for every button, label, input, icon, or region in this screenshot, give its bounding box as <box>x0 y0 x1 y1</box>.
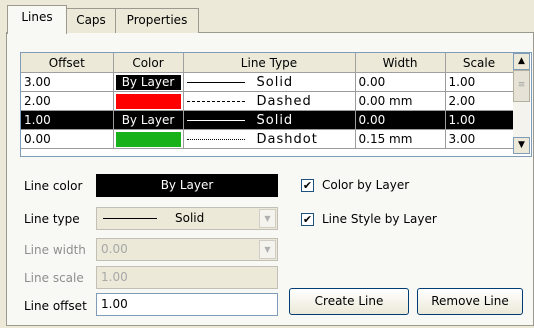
cell-offset[interactable]: 1.00 <box>21 110 114 130</box>
cell-offset[interactable]: 0.00 <box>21 129 114 149</box>
table-row[interactable]: 0.00 Dashdot 0.15 mm 3.00 <box>21 129 514 149</box>
tab-caps[interactable]: Caps <box>65 8 117 33</box>
cell-color[interactable]: By Layer <box>113 110 184 130</box>
line-type-name: Dashed <box>256 93 312 109</box>
remove-line-button[interactable]: Remove Line <box>417 288 523 315</box>
color-swatch <box>115 131 181 147</box>
cell-offset[interactable]: 3.00 <box>21 72 114 92</box>
cell-line-type[interactable]: Dashdot <box>183 129 356 149</box>
line-color-label: Line color <box>24 179 83 193</box>
table-row[interactable]: 2.00 Dashed 0.00 mm 2.00 <box>21 91 514 111</box>
line-type-dropdown[interactable]: Solid ▼ <box>96 207 278 230</box>
cell-scale[interactable]: 1.00 <box>445 110 514 130</box>
scrollbar-thumb[interactable]: ≡ <box>513 70 530 102</box>
column-header-offset[interactable]: Offset <box>21 53 114 73</box>
column-header-line-type[interactable]: Line Type <box>183 53 356 73</box>
line-scale-input[interactable]: 1.00 <box>96 266 278 289</box>
line-scale-label: Line scale <box>24 271 84 285</box>
line-type-value: Solid <box>175 211 205 225</box>
line-type-name: Dashdot <box>256 131 318 147</box>
line-type-preview <box>103 218 157 219</box>
create-line-button[interactable]: Create Line <box>289 288 409 315</box>
line-width-label: Line width <box>24 243 86 257</box>
column-header-scale[interactable]: Scale <box>445 53 514 73</box>
lines-grid[interactable]: Offset Color Line Type Width Scale 3.00 B… <box>20 52 532 157</box>
line-color-button[interactable]: By Layer <box>96 174 278 197</box>
line-preview <box>186 119 245 121</box>
color-swatch <box>115 93 181 109</box>
cell-scale[interactable]: 1.00 <box>445 72 514 92</box>
line-preview <box>186 81 245 83</box>
table-row[interactable]: 1.00 By Layer Solid 0.00 1.00 <box>21 110 514 130</box>
cell-width[interactable]: 0.00 mm <box>355 91 446 111</box>
line-type-label: Line type <box>24 212 80 226</box>
color-by-layer-label[interactable]: Color by Layer <box>322 178 409 192</box>
check-icon: ✔ <box>302 213 313 226</box>
cell-scale[interactable]: 2.00 <box>445 91 514 111</box>
cell-line-type[interactable]: Solid <box>183 110 356 130</box>
line-style-by-layer-label[interactable]: Line Style by Layer <box>322 212 437 226</box>
line-width-dropdown[interactable]: 0.00 ▼ <box>96 238 278 261</box>
color-swatch: By Layer <box>115 112 181 128</box>
line-type-name: Solid <box>256 112 294 128</box>
line-type-name: Solid <box>256 74 294 90</box>
cell-color[interactable] <box>113 129 184 149</box>
chevron-down-icon[interactable]: ▼ <box>259 240 276 259</box>
cell-color[interactable] <box>113 91 184 111</box>
chevron-down-icon[interactable]: ▼ <box>259 209 276 228</box>
cell-width[interactable]: 0.00 <box>355 110 446 130</box>
lines-table: Offset Color Line Type Width Scale 3.00 B… <box>21 53 514 149</box>
cell-line-type[interactable]: Dashed <box>183 91 356 111</box>
check-icon: ✔ <box>302 179 313 192</box>
color-swatch: By Layer <box>115 74 181 90</box>
line-width-value: 0.00 <box>101 242 128 256</box>
cell-scale[interactable]: 3.00 <box>445 129 514 149</box>
column-header-color[interactable]: Color <box>113 53 184 73</box>
cell-width[interactable]: 0.15 mm <box>355 129 446 149</box>
tab-lines[interactable]: Lines <box>7 5 67 34</box>
line-preview <box>186 138 245 140</box>
line-preview <box>186 100 245 102</box>
cell-width[interactable]: 0.00 <box>355 72 446 92</box>
cell-offset[interactable]: 2.00 <box>21 91 114 111</box>
tab-properties[interactable]: Properties <box>115 8 199 33</box>
line-offset-label: Line offset <box>24 299 87 313</box>
line-offset-input[interactable]: 1.00 <box>96 293 278 316</box>
table-row[interactable]: 3.00 By Layer Solid 0.00 1.00 <box>21 72 514 92</box>
line-style-by-layer-checkbox[interactable]: ✔ <box>301 213 314 226</box>
grid-scrollbar[interactable]: ▲ ≡ ▼ <box>513 53 530 154</box>
arrow-down-icon[interactable]: ▼ <box>513 137 530 154</box>
column-header-width[interactable]: Width <box>355 53 446 73</box>
cell-color[interactable]: By Layer <box>113 72 184 92</box>
cell-line-type[interactable]: Solid <box>183 72 356 92</box>
arrow-up-icon[interactable]: ▲ <box>513 53 530 70</box>
color-by-layer-checkbox[interactable]: ✔ <box>301 179 314 192</box>
